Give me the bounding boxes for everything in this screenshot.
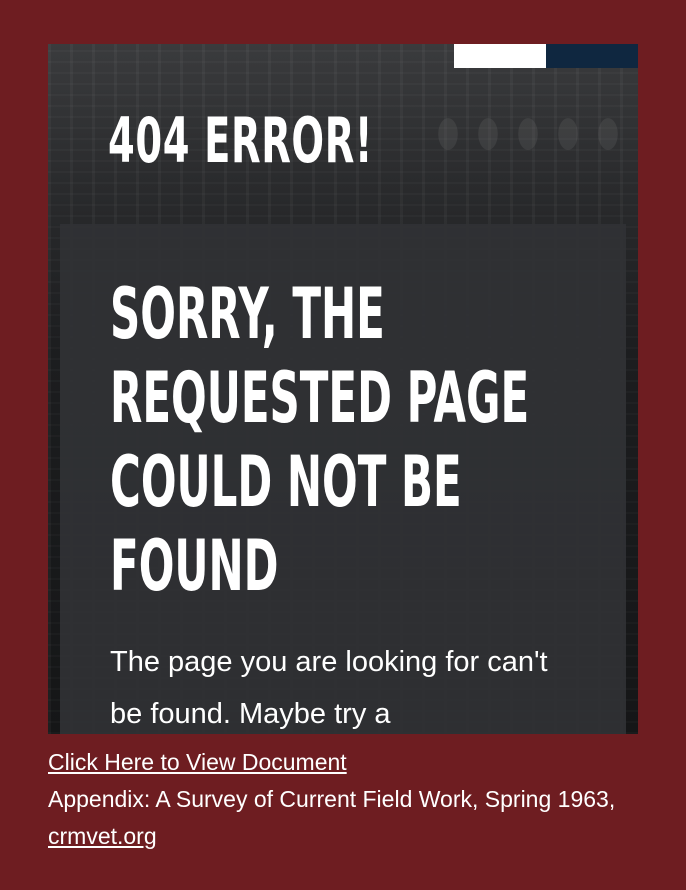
view-document-link[interactable]: Click Here to View Document	[48, 744, 668, 781]
error-message: The page you are looking for can't be fo…	[110, 646, 548, 730]
embedded-page: 404 ERROR! SORRY, THE REQUESTED PAGE COU…	[48, 44, 638, 734]
error-title: 404 ERROR!	[108, 104, 374, 177]
error-panel: SORRY, THE REQUESTED PAGE COULD NOT BE F…	[60, 224, 626, 734]
top-accent-navy-bar	[546, 44, 638, 68]
caption: Click Here to View Document Appendix: A …	[48, 744, 668, 855]
source-link[interactable]: crmvet.org	[48, 823, 157, 849]
background-arches	[428, 94, 638, 224]
caption-description: Appendix: A Survey of Current Field Work…	[48, 786, 616, 812]
top-accent-white-bar	[454, 44, 546, 68]
error-heading: SORRY, THE REQUESTED PAGE COULD NOT BE F…	[110, 273, 530, 607]
